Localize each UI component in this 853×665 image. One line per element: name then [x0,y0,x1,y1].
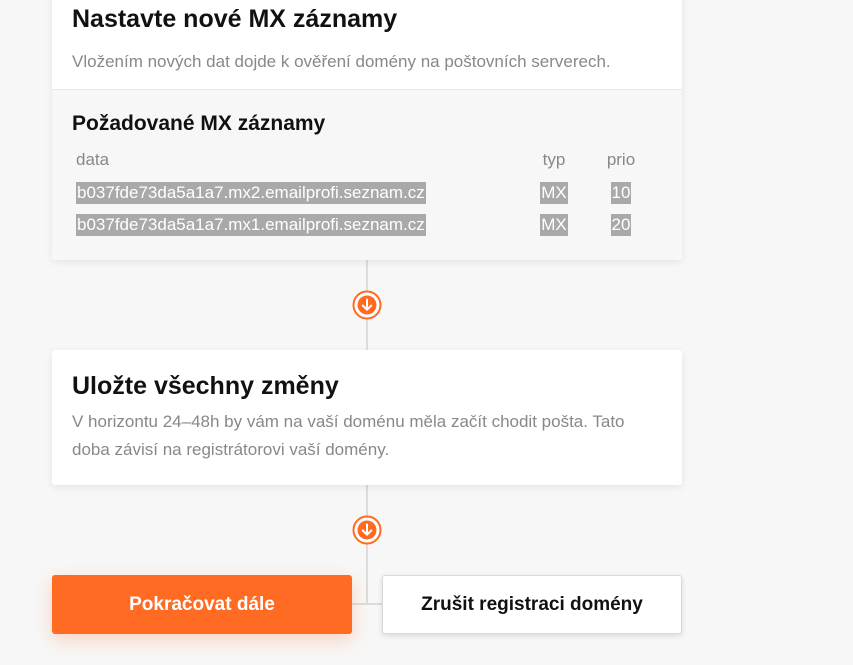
table-row: b037fde73da5a1a7.mx2.emailprofi.seznam.c… [72,178,662,210]
save-step-title: Uložte všechny změny [72,372,339,400]
mx-records-table: data typ prio b037fde73da5a1a7.mx2.email… [72,146,662,242]
mx-record-data[interactable]: b037fde73da5a1a7.mx2.emailprofi.seznam.c… [76,182,426,204]
mx-record-prio-value[interactable]: 10 [610,182,632,204]
save-step-description: V horizontu 24–48h by vám na vaší doménu… [72,412,625,459]
cancel-registration-button[interactable]: Zrušit registraci domény [382,575,682,634]
table-row: b037fde73da5a1a7.mx1.emailprofi.seznam.c… [72,210,662,242]
mx-record-prio-value[interactable]: 20 [610,214,632,236]
mx-record-prio[interactable]: 10 [602,182,640,204]
mx-record-data-value[interactable]: b037fde73da5a1a7.mx2.emailprofi.seznam.c… [76,182,426,204]
mx-step-title: Nastavte nové MX záznamy [72,5,398,33]
step-connector-line [366,485,368,605]
mx-record-data-value[interactable]: b037fde73da5a1a7.mx1.emailprofi.seznam.c… [76,214,426,236]
mx-record-type[interactable]: MX [532,182,576,204]
mx-record-type-value[interactable]: MX [540,182,568,204]
mx-records-card-header: Nastavte nové MX záznamy Vložením nových… [52,0,682,90]
column-header-prio: prio [606,150,636,169]
mx-record-type[interactable]: MX [532,214,576,236]
continue-button[interactable]: Pokračovat dále [52,575,352,634]
arrow-down-circle-icon [352,290,382,320]
mx-record-prio[interactable]: 20 [602,214,640,236]
step-connector-line [352,603,382,605]
mx-step-description: Vložením nových dat dojde k ověření domé… [72,52,611,71]
column-header-type: typ [542,150,566,169]
column-header-data: data [76,150,110,169]
mx-records-card: Nastavte nové MX záznamy Vložením nových… [52,0,682,260]
arrow-down-circle-icon [352,515,382,545]
mx-records-section: Požadované MX záznamy data typ prio b037… [52,90,682,260]
mx-records-title: Požadované MX záznamy [72,112,326,135]
mx-record-type-value[interactable]: MX [540,214,568,236]
mx-record-data[interactable]: b037fde73da5a1a7.mx1.emailprofi.seznam.c… [76,214,426,236]
save-changes-card: Uložte všechny změny V horizontu 24–48h … [52,350,682,485]
table-header-row: data typ prio [72,146,662,178]
